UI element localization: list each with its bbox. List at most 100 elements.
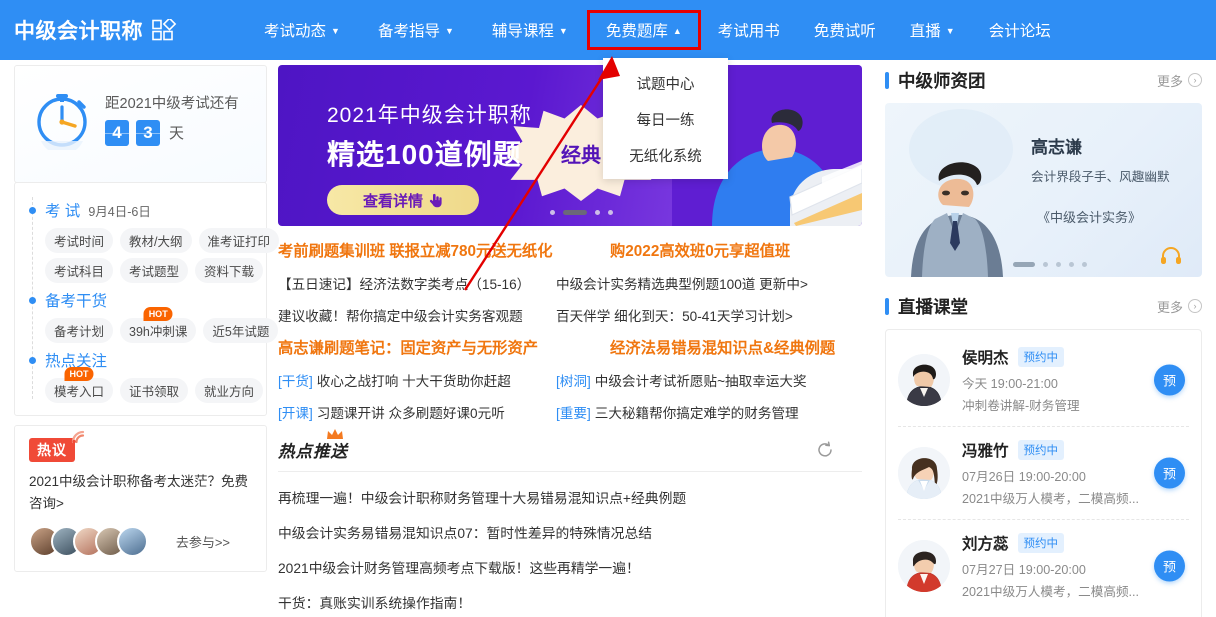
teacher-card[interactable]: 高志谦 会计界段子手、风趣幽默 《中级会计实务》 [885, 103, 1202, 277]
refresh-icon[interactable] [816, 441, 834, 459]
pill-admission-print[interactable]: 准考证打印 [198, 228, 280, 253]
nav-item-4[interactable]: 考试用书 [701, 0, 797, 60]
pill-material-download[interactable]: 资料下载 [195, 258, 264, 283]
carousel-dot-active[interactable] [1013, 262, 1035, 267]
teachers-more-link[interactable]: 更多 › [1157, 71, 1202, 90]
news-headline-link[interactable]: 经济法易错易混知识点&经典例题 [610, 336, 835, 358]
live-teacher-name: 侯明杰 [962, 350, 1009, 367]
live-time: 07月27日 19:00-20:00 [962, 563, 1086, 577]
news-link[interactable]: [开课] 习题课开讲 众多刷题好课0元听 [278, 402, 556, 422]
banner-dots[interactable] [546, 210, 617, 215]
news-link[interactable]: 【五日速记】经济法数字类考点（15-16） [278, 273, 556, 293]
news-headline-link[interactable]: 考前刷题集训班 联报立减780元送无纸化 [278, 239, 610, 261]
pill-row: 考试科目 考试题型 资料下载 [27, 258, 266, 283]
group-subtitle: 9月4日-6日 [88, 204, 151, 219]
hot-push-item[interactable]: 中级会计实务易错易混知识点07：暂时性差异的特殊情况总结 [278, 522, 862, 542]
avatar [117, 526, 148, 557]
grid-diamond-icon [152, 19, 177, 41]
hot-push-item[interactable]: 再梳理一遍！中级会计职称财务管理十大易错易混知识点+经典例题 [278, 487, 862, 507]
free-question-bank-dropdown: 试题中心 每日一练 无纸化系统 [603, 58, 728, 179]
reserve-button[interactable]: 预 [1154, 550, 1185, 582]
carousel-dot[interactable] [1069, 262, 1074, 267]
news-link[interactable]: [树洞] 中级会计考试祈愿贴~抽取幸运大奖 [556, 370, 807, 390]
pill-question-types[interactable]: 考试题型 [120, 258, 189, 283]
more-label: 更多 [1156, 299, 1183, 315]
main-nav: 考试动态 ▼ 备考指导 ▼ 辅导课程 ▼ 免费题库 ▲ 考试用书 免费试听 直播… [245, 0, 1068, 60]
pill-past-papers[interactable]: 近5年试题 [203, 318, 279, 343]
pill-label: 近5年试题 [212, 325, 270, 339]
discussion-card[interactable]: 热议 2021中级会计职称备考太迷茫？免费咨询> 去参与>> [14, 425, 267, 572]
chevron-down-icon: ▼ [558, 25, 568, 36]
pill-career[interactable]: 就业方向 [195, 378, 264, 403]
carousel-dot[interactable] [1056, 262, 1061, 267]
hot-push-item[interactable]: 2021中级会计财务管理高频考点下载版！这些再精学一遍！ [278, 557, 862, 577]
hot-push-item[interactable]: 干货：真账实训系统操作指南！ [278, 592, 862, 612]
pill-textbook-outline[interactable]: 教材/大纲 [120, 228, 192, 253]
link-group-exam: 考 试 9月4日-6日 考试时间 教材/大纲 准考证打印 考试科目 考试题型 资… [15, 197, 280, 283]
live-row[interactable]: 刘方蕊 预约中 07月27日 19:00-20:00 2021中级万人模考，二模… [898, 519, 1189, 612]
site-logo[interactable]: 中级会计职称 [0, 15, 178, 45]
avatar [898, 540, 950, 592]
nav-item-2[interactable]: 辅导课程 ▼ [473, 0, 587, 60]
pill-label: 39h冲刺课 [129, 325, 188, 339]
nav-item-0[interactable]: 考试动态 ▼ [245, 0, 359, 60]
hot-push-title: 热点推送 [278, 443, 348, 461]
chevron-right-icon: › [1188, 73, 1202, 87]
news-link[interactable]: 百天伴学 细化到天：50-41天学习计划> [556, 305, 793, 325]
banner-dot[interactable] [550, 210, 555, 215]
live-row[interactable]: 侯明杰 预约中 今天 19:00-21:00 冲刺卷讲解-财务管理 预 [898, 334, 1189, 426]
live-more-link[interactable]: 更多 › [1157, 297, 1202, 316]
nav-label: 免费题库 [605, 23, 668, 40]
carousel-dot[interactable] [1043, 262, 1048, 267]
stopwatch-icon [37, 93, 87, 150]
status-badge: 预约中 [1017, 440, 1065, 460]
news-link[interactable]: 建议收藏！帮你搞定中级会计实务客观题 [278, 305, 556, 325]
chevron-down-icon: ▼ [444, 25, 454, 36]
pill-sprint-course[interactable]: HOT 39h冲刺课 [120, 307, 197, 343]
nav-label: 会计论坛 [988, 23, 1051, 40]
go-join-link[interactable]: 去参与>> [176, 532, 252, 551]
countdown-card: 距2021中级考试还有 4 3 天 [14, 65, 267, 183]
pill-row: 备考计划 HOT 39h冲刺课 近5年试题 [27, 307, 279, 343]
dropdown-item-question-center[interactable]: 试题中心 [603, 65, 728, 101]
reserve-button[interactable]: 预 [1154, 364, 1185, 396]
news-link[interactable]: [干货] 收心之战打响 十大干货助你赶超 [278, 370, 556, 390]
banner-dot-active[interactable] [563, 210, 587, 215]
pill-study-plan[interactable]: 备考计划 [45, 318, 114, 343]
reserve-button[interactable]: 预 [1154, 457, 1185, 489]
news-link[interactable]: [重要] 三大秘籍帮你搞定难学的财务管理 [556, 402, 799, 422]
carousel-dot[interactable] [1082, 262, 1087, 267]
news-row: 【五日速记】经济法数字类考点（15-16） 中级会计实务精选典型例题100道 更… [278, 273, 862, 293]
link-group-prep: 备考干货 备考计划 HOT 39h冲刺课 近5年试题 [15, 287, 279, 343]
pill-row: HOT 模考入口 证书领取 就业方向 [27, 367, 266, 403]
news-headline-link[interactable]: 高志谦刷题笔记：固定资产与无形资产 [278, 336, 610, 358]
pill-exam-subjects[interactable]: 考试科目 [45, 258, 114, 283]
banner-cta-button[interactable]: 查看详情 [327, 185, 479, 215]
banner-dot[interactable] [595, 210, 600, 215]
nav-item-5[interactable]: 免费试听 [797, 0, 893, 60]
news-list: 考前刷题集训班 联报立减780元送无纸化 购2022高效班0元享超值班 【五日速… [278, 226, 862, 422]
status-badge: 预约中 [1017, 533, 1065, 553]
teacher-carousel-dots[interactable] [1009, 262, 1091, 267]
nav-item-6[interactable]: 直播 ▼ [893, 0, 972, 60]
promo-banner[interactable]: 经典 2021年中级会计职称 精选100道例题 查看详情 [278, 65, 862, 226]
banner-dot[interactable] [608, 210, 613, 215]
live-row[interactable]: 冯雅竹 预约中 07月26日 19:00-20:00 2021中级万人模考，二模… [898, 426, 1189, 519]
nav-item-1[interactable]: 备考指导 ▼ [359, 0, 473, 60]
live-teacher-name: 刘方蕊 [962, 536, 1009, 553]
pill-certificate[interactable]: 证书领取 [120, 378, 189, 403]
nav-item-7[interactable]: 会计论坛 [972, 0, 1068, 60]
news-link[interactable]: 中级会计实务精选典型例题100道 更新中> [556, 273, 808, 293]
news-headline-link[interactable]: 购2022高效班0元享超值班 [610, 239, 790, 261]
dropdown-item-daily-practice[interactable]: 每日一练 [603, 101, 728, 137]
nav-item-free-question-bank[interactable]: 免费题库 ▲ [586, 10, 701, 50]
burst-label: 经典 [561, 144, 601, 167]
news-text: 中级会计考试祈愿贴~抽取幸运大奖 [594, 374, 807, 389]
news-headline-row-1: 考前刷题集训班 联报立减780元送无纸化 购2022高效班0元享超值班 [278, 239, 862, 261]
pill-mock-entry[interactable]: HOT 模考入口 [45, 367, 114, 403]
news-tag: [重要] [556, 406, 591, 421]
pill-label: 模考入口 [54, 385, 105, 399]
dropdown-item-paperless-system[interactable]: 无纸化系统 [603, 137, 728, 173]
pill-exam-time[interactable]: 考试时间 [45, 228, 114, 253]
teacher-book: 《中级会计实务》 [1037, 210, 1142, 225]
